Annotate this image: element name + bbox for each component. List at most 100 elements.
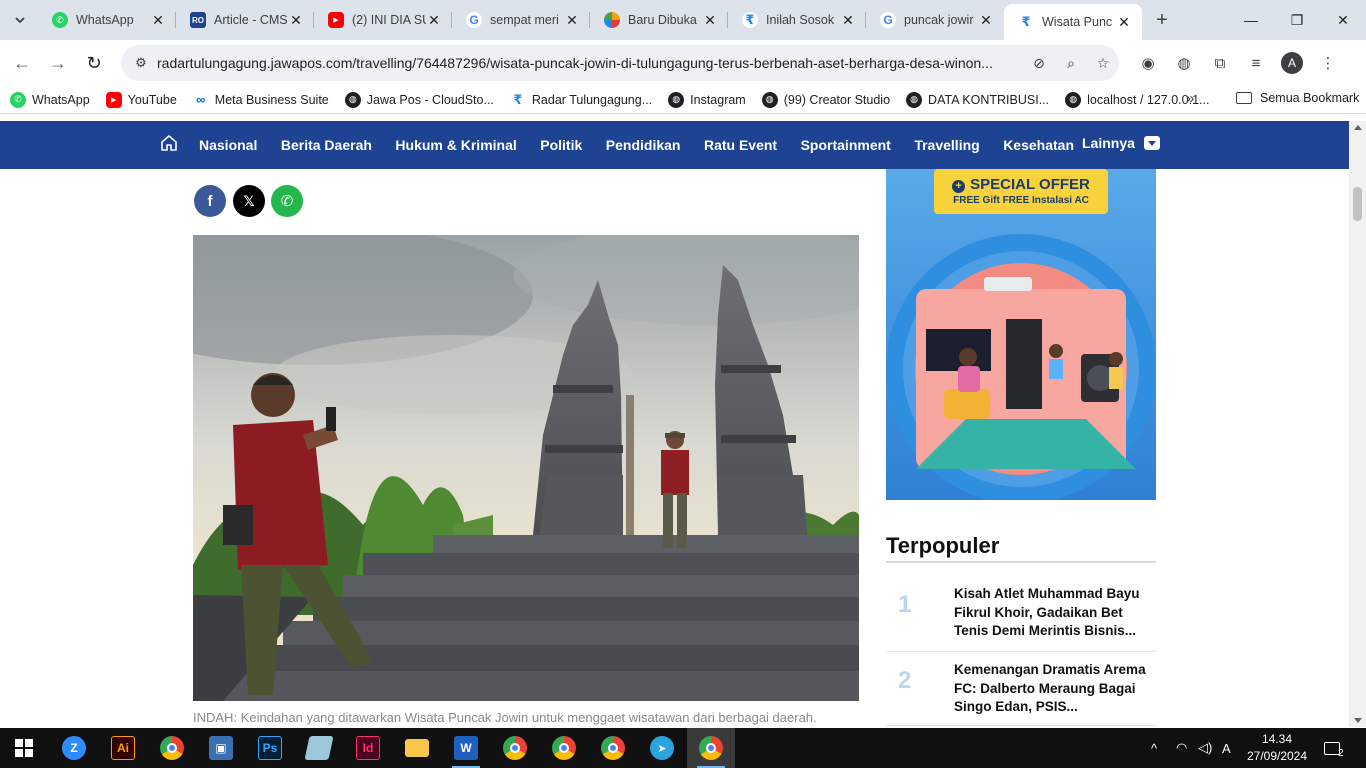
nav-ratu-event[interactable]: Ratu Event	[704, 137, 777, 153]
photoshop-icon: Ps	[258, 736, 282, 760]
bookmark-whatsapp[interactable]: ✆ WhatsApp	[10, 91, 90, 108]
bookmark-radar-tulungagung[interactable]: ₹ Radar Tulungagung...	[509, 91, 652, 108]
back-button[interactable]: ←	[4, 45, 40, 81]
tab-google-search-2[interactable]: G puncak jowir ✕	[866, 0, 1004, 40]
all-bookmarks-button[interactable]: Semua Bookmark	[1236, 91, 1359, 105]
bookmark-instagram[interactable]: ◍ Instagram	[668, 91, 746, 108]
nav-politik[interactable]: Politik	[540, 137, 582, 153]
taskbar-chrome-profile-2[interactable]	[540, 728, 588, 768]
taskbar-zoom[interactable]: Z	[50, 728, 98, 768]
scroll-up-arrow[interactable]	[1354, 125, 1362, 130]
close-window-button[interactable]: ✕	[1320, 0, 1366, 40]
taskbar-clock[interactable]: 14.34 27/09/2024	[1244, 731, 1310, 765]
volume-icon[interactable]: ◁)	[1198, 728, 1212, 768]
bookmark-jawapos-cloud[interactable]: ◍ Jawa Pos - CloudSto...	[344, 91, 494, 108]
close-icon[interactable]: ✕	[564, 12, 580, 29]
wifi-icon[interactable]: ◠	[1176, 728, 1187, 768]
close-icon[interactable]: ✕	[426, 12, 442, 29]
tab-search-button[interactable]	[6, 6, 34, 34]
share-facebook-button[interactable]: f	[194, 185, 226, 217]
bookmark-meta-business[interactable]: ∞ Meta Business Suite	[192, 91, 329, 108]
tab-baru-dibuka[interactable]: Baru Dibuka ✕	[590, 0, 728, 40]
tab-youtube[interactable]: ▶ (2) INI DIA SU ✕	[314, 0, 452, 40]
tab-wisata-puncak[interactable]: ₹ Wisata Punc ✕	[1004, 4, 1142, 40]
nav-more-dropdown[interactable]: Lainnya	[1082, 135, 1160, 151]
page-scrollbar[interactable]	[1349, 121, 1366, 727]
chevron-down-icon	[15, 17, 25, 24]
restore-button[interactable]: ❐	[1274, 0, 1320, 40]
bookmark-youtube[interactable]: ▶ YouTube	[105, 91, 177, 108]
image-caption: INDAH: Keindahan yang ditawarkan Wisata …	[193, 710, 817, 725]
start-button[interactable]	[0, 728, 48, 768]
popular-item[interactable]: 2 Kemenangan Dramatis Arema FC: Dalberto…	[886, 661, 1156, 717]
bookmark-data-kontribusi[interactable]: ◍ DATA KONTRIBUSI...	[906, 91, 1049, 108]
nav-travelling[interactable]: Travelling	[914, 137, 979, 153]
bookmark-creator-studio[interactable]: ◍ (99) Creator Studio	[761, 91, 890, 108]
home-icon[interactable]	[160, 134, 178, 152]
minimize-button[interactable]: —	[1228, 0, 1274, 40]
taskbar-telegram[interactable]: ➤	[638, 728, 686, 768]
tab-article-cms[interactable]: RO Article - CMS ✕	[176, 0, 314, 40]
eye-off-icon[interactable]: ⊘	[1023, 55, 1055, 72]
taskbar-chrome-profile-1[interactable]	[491, 728, 539, 768]
reload-button[interactable]: ↻	[76, 45, 112, 81]
address-bar[interactable]: ⚙ radartulungagung.jawapos.com/travellin…	[121, 45, 1119, 81]
star-icon[interactable]: ☆	[1087, 55, 1119, 72]
notification-button[interactable]: 2	[1324, 728, 1344, 768]
taskbar-illustrator[interactable]: Ai	[99, 728, 147, 768]
taskbar-app[interactable]	[295, 728, 343, 768]
ad-subline-prefix: FREE Gift	[953, 195, 1003, 206]
taskbar-word[interactable]: W	[442, 728, 490, 768]
url-text[interactable]: radartulungagung.jawapos.com/travelling/…	[157, 55, 1023, 71]
taskbar-network-tool[interactable]: ▣	[197, 728, 245, 768]
close-icon[interactable]: ✕	[978, 12, 994, 29]
popular-item[interactable]: 1 Kisah Atlet Muhammad Bayu Fikrul Khoir…	[886, 585, 1156, 641]
advertisement-banner[interactable]: + SPECIAL OFFER FREE Gift FREE Instalasi …	[886, 169, 1156, 500]
popular-item-title[interactable]: Kemenangan Dramatis Arema FC: Dalberto M…	[954, 661, 1156, 717]
ime-icon[interactable]: A	[1222, 728, 1231, 768]
taskbar-photoshop[interactable]: Ps	[246, 728, 294, 768]
bookmarks-overflow-button[interactable]: »	[1186, 90, 1194, 107]
close-icon[interactable]: ✕	[288, 12, 304, 29]
show-hidden-icons[interactable]: ^	[1151, 728, 1157, 768]
page-viewport: Nasional Berita Daerah Hukum & Kriminal …	[0, 121, 1366, 727]
tab-inilah-sosok[interactable]: ₹ Inilah Sosok ✕	[728, 0, 866, 40]
nav-sportainment[interactable]: Sportainment	[801, 137, 891, 153]
site-info-icon[interactable]: ⚙	[125, 55, 157, 71]
ad-subline-bold: FREE	[1002, 195, 1030, 206]
taskbar-indesign[interactable]: Id	[344, 728, 392, 768]
nav-kesehatan[interactable]: Kesehatan	[1003, 137, 1074, 153]
tab-title: Inilah Sosok	[766, 13, 835, 27]
taskbar-chrome[interactable]	[148, 728, 196, 768]
nav-nasional[interactable]: Nasional	[199, 137, 257, 153]
share-whatsapp-button[interactable]: ✆	[271, 185, 303, 217]
media-control-icon[interactable]: ≡	[1238, 45, 1274, 81]
close-icon[interactable]: ✕	[840, 12, 856, 29]
share-x-button[interactable]: 𝕏	[233, 185, 265, 217]
menu-icon[interactable]: ⋮	[1310, 45, 1346, 81]
profile-avatar[interactable]: A	[1281, 52, 1303, 74]
extension-globe-icon[interactable]: ◍	[1166, 45, 1202, 81]
nav-berita-daerah[interactable]: Berita Daerah	[281, 137, 372, 153]
tab-whatsapp[interactable]: ✆ WhatsApp ✕	[38, 0, 176, 40]
nav-pendidikan[interactable]: Pendidikan	[606, 137, 681, 153]
close-icon[interactable]: ✕	[702, 12, 718, 29]
scrollbar-thumb[interactable]	[1353, 187, 1362, 221]
ad-subline-suffix: Instalasi AC	[1029, 195, 1089, 206]
nav-hukum-kriminal[interactable]: Hukum & Kriminal	[395, 137, 516, 153]
taskbar-file-explorer[interactable]	[393, 728, 441, 768]
new-tab-button[interactable]: +	[1148, 6, 1176, 34]
camera-icon[interactable]: ◉	[1130, 45, 1166, 81]
popular-item-title[interactable]: Kisah Atlet Muhammad Bayu Fikrul Khoir, …	[954, 585, 1156, 641]
taskbar-chrome-active[interactable]	[687, 728, 735, 768]
zoom-icon[interactable]: ⌕	[1055, 55, 1087, 72]
ac-offer-illustration	[886, 169, 1156, 500]
forward-button[interactable]: →	[40, 45, 76, 81]
puzzle-icon[interactable]: ⧉	[1202, 45, 1238, 81]
tab-google-search-1[interactable]: G sempat meri ✕	[452, 0, 590, 40]
close-icon[interactable]: ✕	[150, 12, 166, 29]
taskbar-chrome-profile-3[interactable]	[589, 728, 637, 768]
clock-time: 14.34	[1261, 732, 1293, 746]
close-icon[interactable]: ✕	[1116, 14, 1132, 31]
scroll-down-arrow[interactable]	[1354, 718, 1362, 723]
